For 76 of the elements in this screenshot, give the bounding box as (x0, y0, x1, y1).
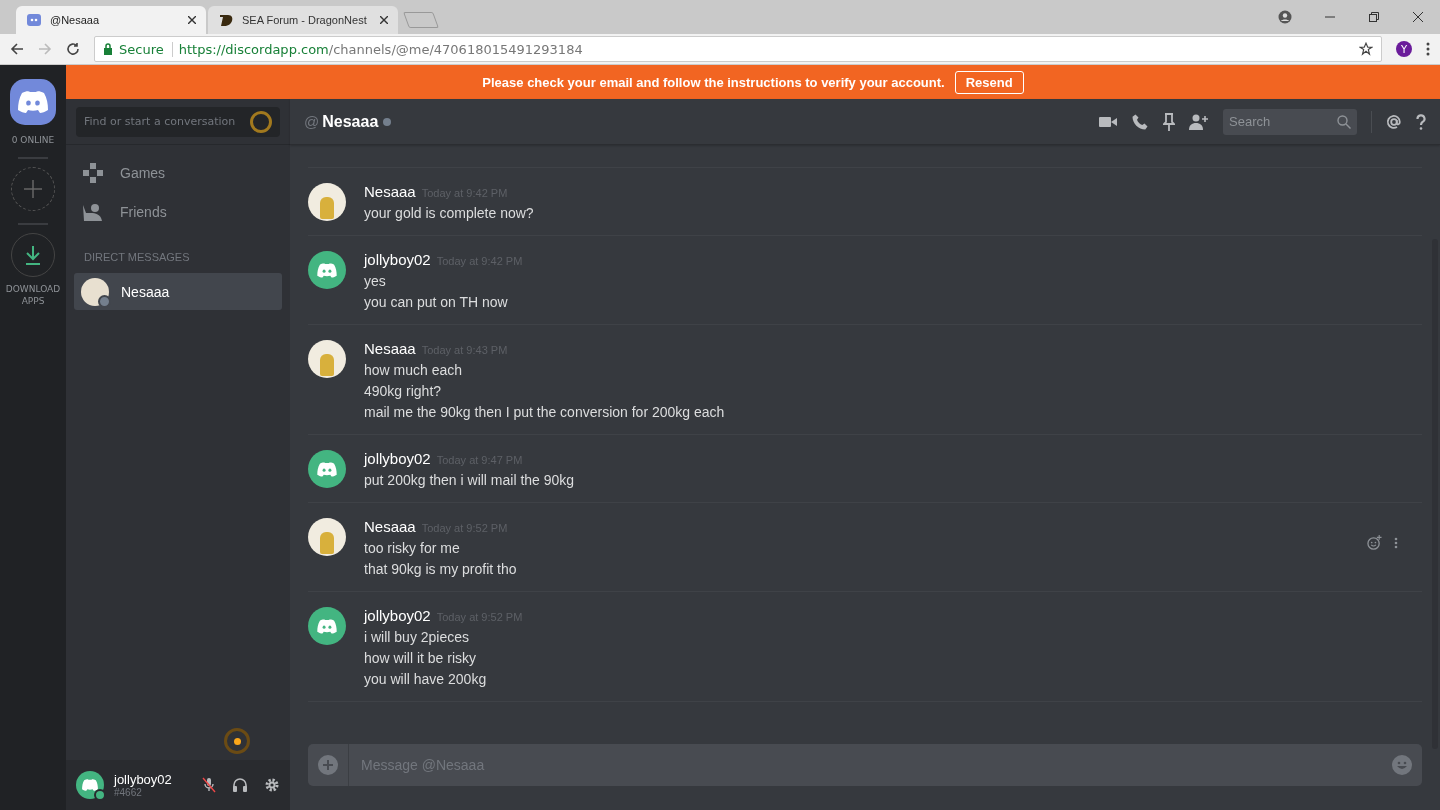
alert-icon (224, 728, 250, 754)
person-wave-icon (82, 202, 104, 221)
mention-icon[interactable] (1386, 113, 1402, 130)
author-name[interactable]: Nesaaa (364, 340, 416, 357)
at-symbol: @ (304, 113, 320, 130)
profile-icon[interactable] (1278, 10, 1292, 24)
headphones-icon[interactable] (232, 777, 248, 793)
message-text: how much each (364, 362, 464, 378)
padlock-icon (103, 43, 113, 55)
message-text: you will have 200kg (364, 671, 488, 687)
message-text: too risky for me (364, 540, 461, 556)
secure-label: Secure (119, 41, 173, 57)
avatar[interactable] (308, 450, 346, 488)
phone-icon[interactable] (1131, 112, 1149, 131)
download-icon (23, 244, 43, 266)
muted-microphone-icon[interactable] (202, 777, 216, 793)
avatar (81, 277, 109, 306)
browser-tab[interactable]: SEA Forum - DragonNest (208, 6, 398, 34)
add-user-icon[interactable] (1189, 113, 1209, 130)
settings-icon[interactable] (264, 777, 280, 793)
avatar[interactable] (308, 251, 346, 289)
menu-icon[interactable] (1426, 42, 1430, 56)
channel-name: Nesaaa (322, 112, 379, 131)
video-camera-icon[interactable] (1099, 115, 1117, 128)
chat-logo-icon (16, 89, 50, 115)
user-tag: #4662 (114, 787, 186, 798)
extension-badge[interactable]: Y (1396, 41, 1412, 57)
url-text: https://discordapp.com/channels/@me/470618015491293184 (178, 41, 583, 57)
message-text: how will it be risky (364, 650, 478, 666)
pin-icon[interactable] (1163, 112, 1175, 131)
more-options-icon[interactable] (1394, 536, 1398, 549)
ring-icon (250, 110, 272, 133)
plus-icon (24, 180, 42, 198)
browser-tab[interactable]: @Nesaaa (16, 6, 206, 34)
message-text: yes (364, 273, 387, 289)
back-arrow-icon[interactable] (10, 42, 24, 56)
dm-item[interactable]: Nesaaa (74, 273, 282, 310)
chat-logo-icon (26, 12, 42, 28)
restore-icon[interactable] (1368, 11, 1380, 23)
username: jollyboy02 (114, 772, 173, 787)
gamepad-icon (82, 162, 104, 183)
verify-notice: Please check your email and follow the instructions to verify your account. (482, 74, 945, 90)
close-icon[interactable] (1412, 11, 1424, 23)
close-icon[interactable] (188, 16, 196, 24)
message-text: 490kg right? (364, 383, 443, 399)
message-text: that 90kg is my profit tho (364, 561, 517, 577)
close-icon[interactable] (380, 16, 388, 24)
nav-item[interactable]: Games (74, 153, 282, 192)
online-count: 0 ONLINE (11, 135, 55, 145)
message-text: your gold is complete now? (364, 205, 534, 221)
add-reaction-icon[interactable] (1367, 535, 1382, 550)
avatar[interactable] (308, 340, 346, 378)
message-text: mail me the 90kg then I put the conversion for 200kg each (364, 404, 725, 420)
avatar[interactable] (308, 607, 346, 645)
author-name[interactable]: jollyboy02 (364, 450, 431, 467)
download-apps-label: DOWNLOAD APPS (5, 283, 61, 307)
message-text: you can put on TH now (364, 294, 509, 310)
author-name[interactable]: Nesaaa (364, 518, 416, 535)
avatar[interactable] (308, 518, 346, 556)
author-name[interactable]: jollyboy02 (364, 251, 431, 268)
search-icon (1337, 114, 1351, 129)
home-button[interactable] (10, 79, 56, 125)
author-name[interactable]: Nesaaa (364, 183, 416, 200)
star-icon[interactable] (1359, 42, 1373, 56)
letter-logo-icon (218, 12, 234, 28)
section-heading: DIRECT MESSAGES (83, 250, 191, 265)
address-bar[interactable]: Secure https://discordapp.com/channels/@me/470618015491293184 (94, 36, 1382, 62)
message-text: i will buy 2pieces (364, 629, 471, 645)
avatar[interactable] (308, 183, 346, 221)
user-avatar (76, 771, 104, 799)
reload-icon[interactable] (66, 42, 80, 56)
help-icon[interactable] (1416, 113, 1426, 130)
author-name[interactable]: jollyboy02 (364, 607, 431, 624)
message-text: put 200kg then i will mail the 90kg (364, 472, 575, 488)
status-dot (383, 117, 392, 126)
nav-item[interactable]: Friends (74, 192, 282, 231)
